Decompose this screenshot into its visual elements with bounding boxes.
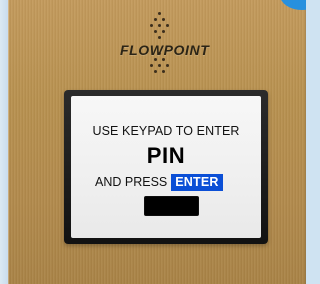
speaker-dot [154,18,157,21]
brand-logo-text: FLOWPOINT [120,42,210,58]
device-faceplate: FLOWPOINT USE KEYPAD TO ENTER PIN AND PR… [8,0,306,284]
speaker-dot [150,24,153,27]
top-right-accent [280,0,306,10]
display-screen: USE KEYPAD TO ENTER PIN AND PRESS ENTER [71,96,261,238]
speaker-dot [162,18,165,21]
speaker-dot [166,64,169,67]
speaker-dot [158,36,161,39]
instruction-line-1: USE KEYPAD TO ENTER [92,124,240,138]
speaker-dot [158,24,161,27]
speaker-dot [154,58,157,61]
instruction-line-3: AND PRESS ENTER [95,173,223,191]
instruction-pin: PIN [146,143,186,168]
speaker-dot [162,30,165,33]
device-photo: FLOWPOINT USE KEYPAD TO ENTER PIN AND PR… [0,0,306,284]
speaker-dot [154,70,157,73]
speaker-dot [158,64,161,67]
speaker-dot [166,24,169,27]
speaker-dot [154,30,157,33]
pin-entry-field[interactable] [144,196,199,216]
speaker-dot [162,58,165,61]
speaker-dot [150,64,153,67]
instruction-and-press: AND PRESS [95,175,168,189]
speaker-dot [162,70,165,73]
enter-key-indicator: ENTER [171,173,223,191]
speaker-dot [158,12,161,15]
